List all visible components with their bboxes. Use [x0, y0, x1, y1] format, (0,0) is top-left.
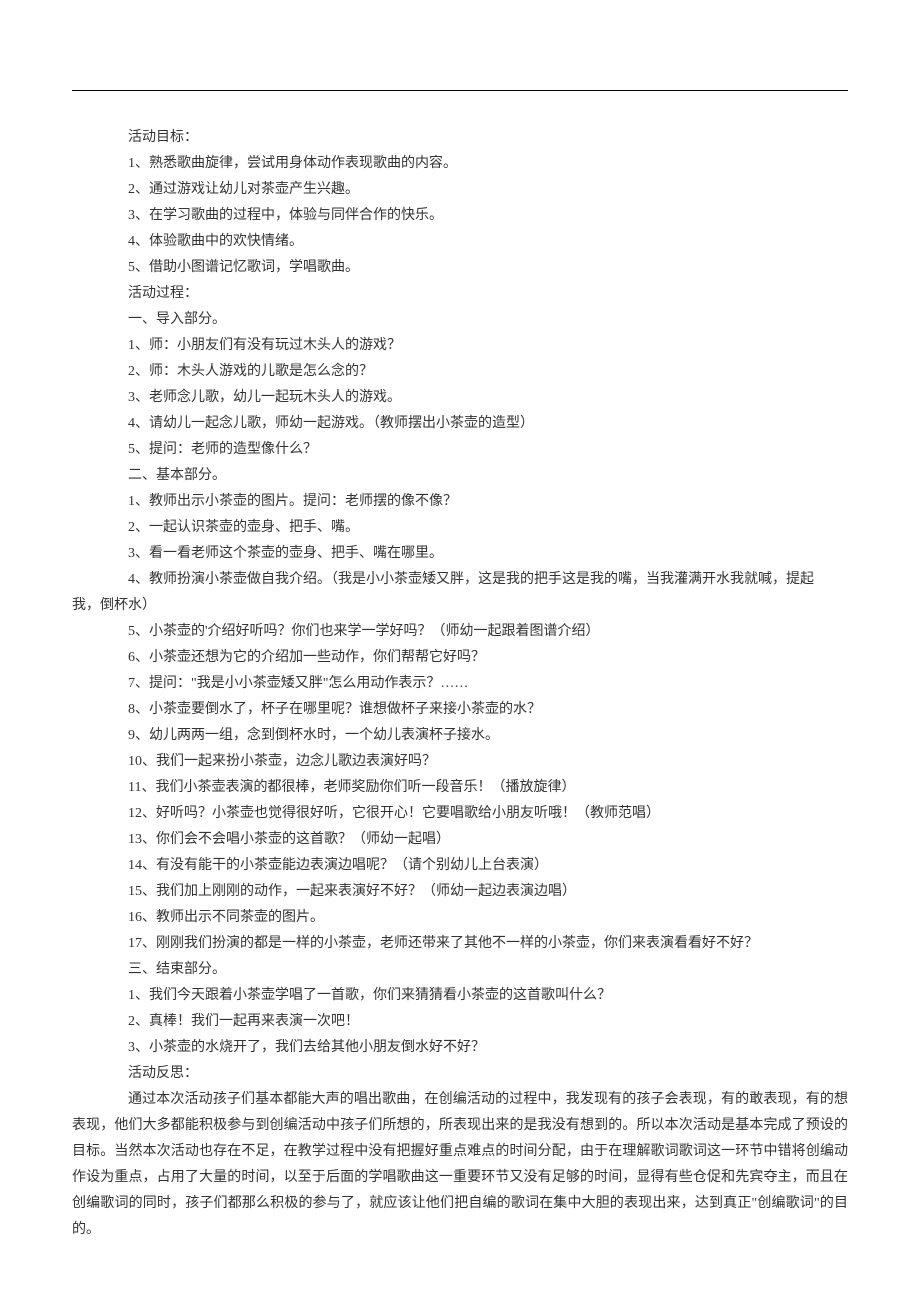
part3-item: 3、小茶壶的水烧开了，我们去给其他小朋友倒水好不好？ — [72, 1035, 848, 1061]
part2-item: 5、小茶壶的'介绍好听吗？你们也来学一学好吗？（师幼一起跟着图谱介绍） — [72, 619, 848, 645]
part2-item: 8、小茶壶要倒水了，杯子在哪里呢？谁想做杯子来接小茶壶的水？ — [72, 697, 848, 723]
reflection-title: 活动反思： — [72, 1061, 848, 1087]
goal-item: 2、通过游戏让幼儿对茶壶产生兴趣。 — [72, 177, 848, 203]
part1-item: 2、师：木头人游戏的儿歌是怎么念的？ — [72, 359, 848, 385]
goal-item: 5、借助小图谱记忆歌词，学唱歌曲。 — [72, 255, 848, 281]
part2-item: 14、有没有能干的小茶壶能边表演边唱呢？（请个别幼儿上台表演） — [72, 853, 848, 879]
part2-item: 16、教师出示不同茶壶的图片。 — [72, 905, 848, 931]
part2-title: 二、基本部分。 — [72, 463, 848, 489]
part2-item: 17、刚刚我们扮演的都是一样的小茶壶，老师还带来了其他不一样的小茶壶，你们来表演… — [72, 931, 848, 957]
part2-item: 2、一起认识茶壶的壶身、把手、嘴。 — [72, 515, 848, 541]
goal-item: 4、体验歌曲中的欢快情绪。 — [72, 229, 848, 255]
document-page: 活动目标： 1、熟悉歌曲旋律，尝试用身体动作表现歌曲的内容。 2、通过游戏让幼儿… — [0, 0, 920, 1303]
goal-item: 1、熟悉歌曲旋律，尝试用身体动作表现歌曲的内容。 — [72, 151, 848, 177]
part2-item: 12、好听吗？小茶壶也觉得很好听，它很开心！它要唱歌给小朋友听哦！（教师范唱） — [72, 801, 848, 827]
part2-item: 11、我们小茶壶表演的都很棒，老师奖励你们听一段音乐！（播放旋律） — [72, 775, 848, 801]
part2-item: 6、小茶壶还想为它的介绍加一些动作，你们帮帮它好吗？ — [72, 645, 848, 671]
process-title: 活动过程： — [72, 281, 848, 307]
part1-item: 3、老师念儿歌，幼儿一起玩木头人的游戏。 — [72, 385, 848, 411]
part2-item: 13、你们会不会唱小茶壶的这首歌？（师幼一起唱） — [72, 827, 848, 853]
part3-item: 2、真棒！我们一起再来表演一次吧！ — [72, 1009, 848, 1035]
reflection-body: 通过本次活动孩子们基本都能大声的唱出歌曲，在创编活动的过程中，我发现有的孩子会表… — [72, 1087, 848, 1243]
part1-item: 1、师：小朋友们有没有玩过木头人的游戏？ — [72, 333, 848, 359]
horizontal-rule — [72, 90, 848, 91]
part2-item: 9、幼儿两两一组，念到倒杯水时，一个幼儿表演杯子接水。 — [72, 723, 848, 749]
part2-item: 7、提问："我是小小茶壶矮又胖"怎么用动作表示？…… — [72, 671, 848, 697]
part2-item-4-line1: 4、教师扮演小茶壶做自我介绍。（我是小小茶壶矮又胖，这是我的把手这是我的嘴，当我… — [72, 567, 848, 593]
part2-item: 15、我们加上刚刚的动作，一起来表演好不好？（师幼一起边表演边唱） — [72, 879, 848, 905]
part2-item-4-line2: 我，倒杯水） — [72, 593, 848, 619]
goal-item: 3、在学习歌曲的过程中，体验与同伴合作的快乐。 — [72, 203, 848, 229]
goals-title: 活动目标： — [72, 125, 848, 151]
part2-item: 3、看一看老师这个茶壶的壶身、把手、嘴在哪里。 — [72, 541, 848, 567]
part1-title: 一、导入部分。 — [72, 307, 848, 333]
part2-item: 10、我们一起来扮小茶壶，边念儿歌边表演好吗？ — [72, 749, 848, 775]
part3-item: 1、我们今天跟着小茶壶学唱了一首歌，你们来猜猜看小茶壶的这首歌叫什么？ — [72, 983, 848, 1009]
part2-item: 1、教师出示小茶壶的图片。提问：老师摆的像不像？ — [72, 489, 848, 515]
part3-title: 三、结束部分。 — [72, 957, 848, 983]
part1-item: 5、提问：老师的造型像什么？ — [72, 437, 848, 463]
part1-item: 4、请幼儿一起念儿歌，师幼一起游戏。（教师摆出小茶壶的造型） — [72, 411, 848, 437]
